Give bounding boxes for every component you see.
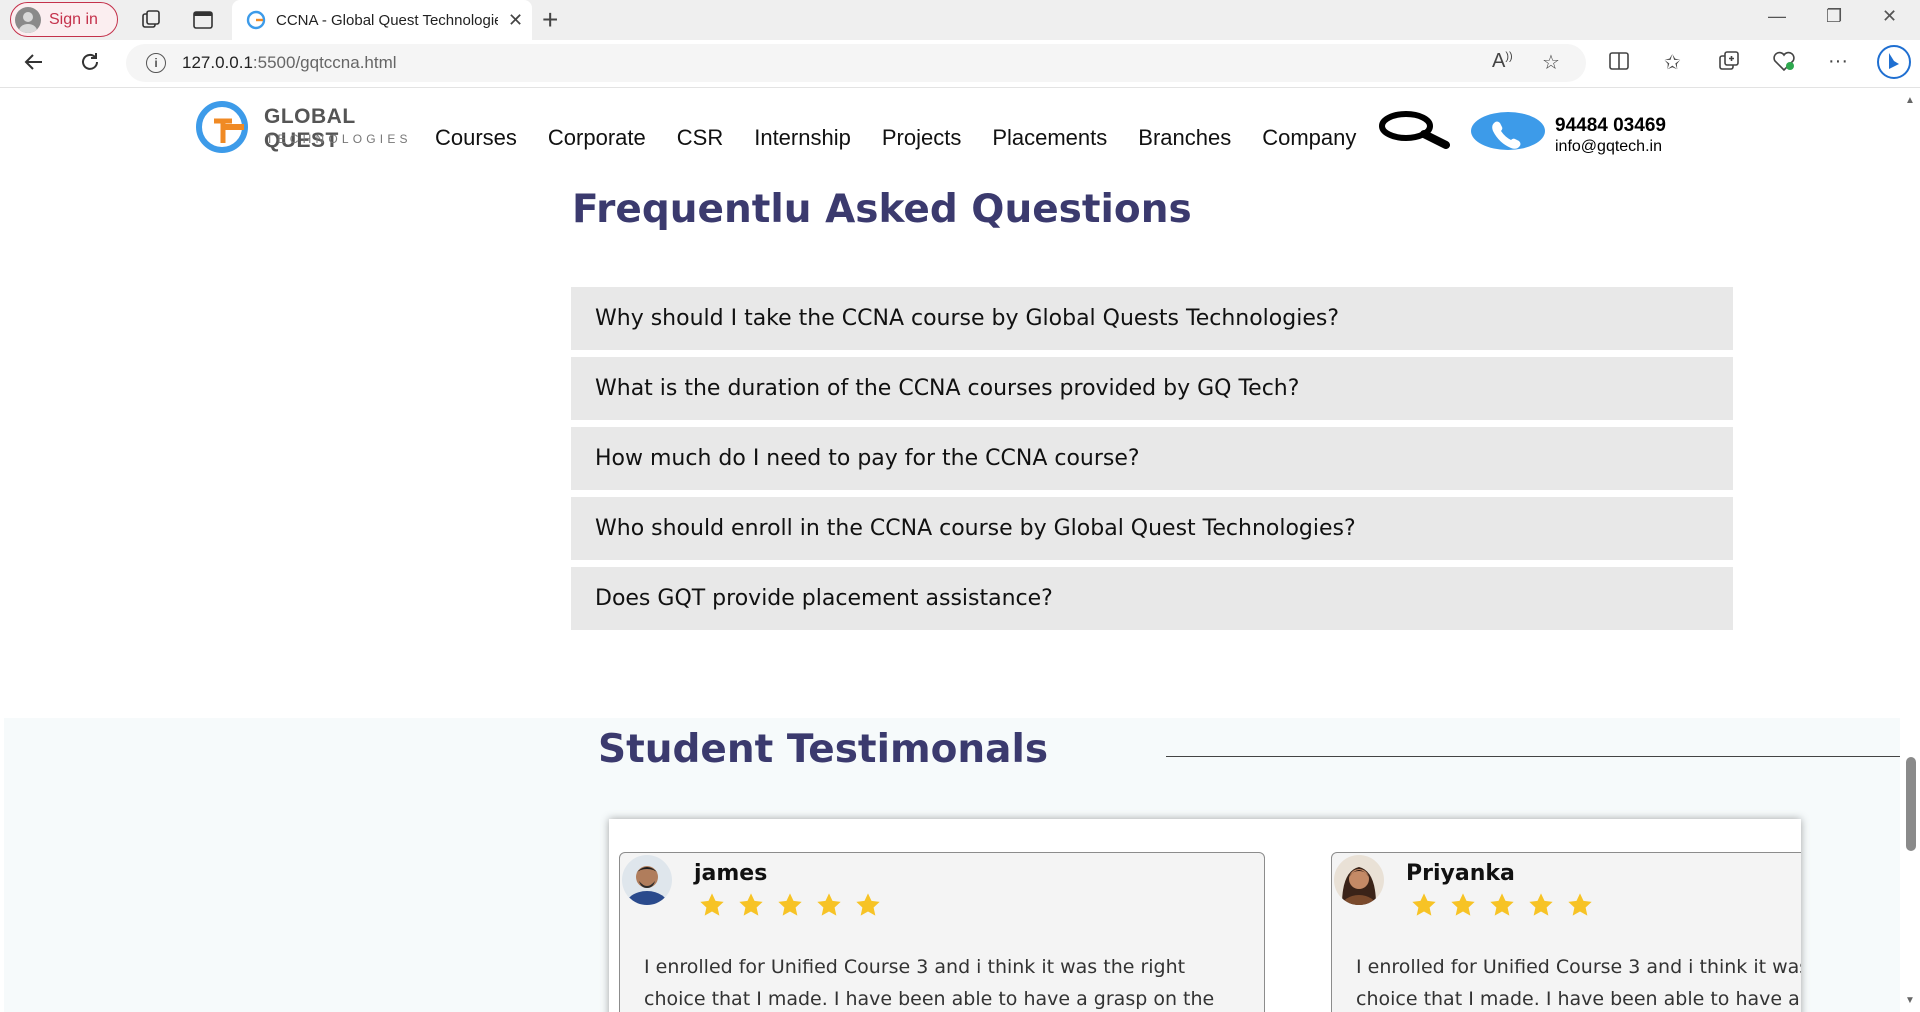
- close-tab-icon[interactable]: ✕: [508, 10, 523, 31]
- collections-icon[interactable]: [1718, 50, 1740, 78]
- sign-in-button[interactable]: Sign in: [10, 2, 118, 37]
- star-icon: [856, 893, 880, 916]
- star-icon: [1412, 893, 1436, 916]
- avatar: [1334, 855, 1384, 905]
- faq-question: Who should enroll in the CCNA course by …: [595, 516, 1356, 541]
- faq-item-fees[interactable]: How much do I need to pay for the CCNA c…: [571, 427, 1733, 490]
- faq-question: How much do I need to pay for the CCNA c…: [595, 446, 1140, 471]
- gqt-logo-mark-icon: [196, 101, 248, 153]
- url-field[interactable]: i 127.0.0.1:5500/gqtccna.html: [126, 44, 1586, 82]
- contact-info: 94484 03469 info@gqtech.in: [1555, 115, 1666, 156]
- faq-question: Does GQT provide placement assistance?: [595, 586, 1053, 611]
- tab-title: CCNA - Global Quest Technologies: [276, 11, 498, 29]
- collections-tabs-icon[interactable]: [139, 8, 163, 32]
- nav-company[interactable]: Company: [1262, 125, 1356, 151]
- profile-icon: [15, 6, 41, 33]
- faq-question: Why should I take the CCNA course by Glo…: [595, 306, 1340, 331]
- copilot-icon[interactable]: [1876, 44, 1912, 86]
- faq-item-duration[interactable]: What is the duration of the CCNA courses…: [571, 357, 1733, 420]
- faq-item-why-ccna[interactable]: Why should I take the CCNA course by Glo…: [571, 287, 1733, 350]
- more-options-icon[interactable]: ···: [1828, 50, 1848, 73]
- nav-courses[interactable]: Courses: [435, 125, 517, 151]
- nav-csr[interactable]: CSR: [677, 125, 723, 151]
- page-scrollbar[interactable]: ▲ ▼: [1900, 89, 1920, 1012]
- search-icon[interactable]: [1376, 109, 1450, 149]
- avatar: [622, 855, 672, 905]
- minimize-icon[interactable]: —: [1768, 6, 1786, 27]
- phone-icon: [1470, 111, 1546, 151]
- close-window-icon[interactable]: ✕: [1882, 6, 1897, 27]
- scroll-up-icon[interactable]: ▲: [1905, 95, 1915, 106]
- star-icon: [700, 893, 724, 916]
- star-icon: [1490, 893, 1514, 916]
- tab-ccna[interactable]: CCNA - Global Quest Technologies ✕: [232, 0, 532, 40]
- faq-item-who-should-enroll[interactable]: Who should enroll in the CCNA course by …: [571, 497, 1733, 560]
- testimonials-title: Student Testimonals: [598, 727, 1049, 772]
- favorite-star-icon[interactable]: ☆: [1542, 50, 1560, 75]
- logo-line-2: TECHNOLOGIES: [266, 132, 412, 146]
- star-rating: [698, 891, 882, 919]
- contact-email[interactable]: info@gqtech.in: [1555, 138, 1666, 156]
- star-icon: [778, 893, 802, 916]
- read-aloud-icon[interactable]: A)): [1492, 50, 1513, 73]
- star-icon: [739, 893, 763, 916]
- testimonial-card: james I enrolled for Unified Course 3 an…: [619, 852, 1265, 1012]
- nav-projects[interactable]: Projects: [882, 125, 961, 151]
- star-icon: [817, 893, 841, 916]
- sign-in-label: Sign in: [49, 10, 98, 28]
- star-rating: [1410, 891, 1594, 919]
- refresh-icon[interactable]: [78, 50, 102, 74]
- testimonials-carousel[interactable]: james I enrolled for Unified Course 3 an…: [609, 819, 1801, 1012]
- faq-question: What is the duration of the CCNA courses…: [595, 376, 1300, 401]
- main-nav: Courses Corporate CSR Internship Project…: [435, 125, 1387, 151]
- testimonials-divider: [1166, 756, 1900, 757]
- testimonial-card: Priyanka I enrolled for Unified Course 3…: [1331, 852, 1801, 1012]
- nav-placements[interactable]: Placements: [992, 125, 1107, 151]
- browser-essentials-icon[interactable]: [1772, 50, 1796, 78]
- testimonial-name: james: [694, 861, 768, 886]
- scroll-down-icon[interactable]: ▼: [1905, 995, 1915, 1006]
- browser-tab-bar: Sign in CCNA - Global Quest Technologies…: [0, 0, 1920, 40]
- vertical-tabs-icon[interactable]: [191, 8, 215, 32]
- split-screen-icon[interactable]: [1608, 50, 1630, 78]
- new-tab-icon[interactable]: +: [542, 4, 558, 36]
- scrollbar-thumb[interactable]: [1906, 757, 1916, 851]
- testimonials-section: Student Testimonals james I enrolled for…: [4, 718, 1900, 1012]
- site-header: GLOBAL QUEST TECHNOLOGIES Courses Corpor…: [4, 89, 1900, 169]
- back-icon[interactable]: [22, 50, 46, 74]
- address-bar: i 127.0.0.1:5500/gqtccna.html A)) ☆ ✩ ··…: [0, 40, 1920, 88]
- testimonial-name: Priyanka: [1406, 861, 1515, 886]
- star-icon: [1529, 893, 1553, 916]
- faq-title: Frequentlu Asked Questions: [572, 187, 1192, 232]
- url-text: 127.0.0.1:5500/gqtccna.html: [182, 53, 397, 72]
- site-info-icon[interactable]: i: [146, 53, 166, 73]
- contact-phone[interactable]: 94484 03469: [1555, 115, 1666, 137]
- restore-icon[interactable]: ❐: [1826, 6, 1842, 27]
- gqt-logo[interactable]: GLOBAL QUEST TECHNOLOGIES: [194, 99, 426, 155]
- nav-internship[interactable]: Internship: [754, 125, 851, 151]
- star-icon: [1568, 893, 1592, 916]
- faq-item-placement[interactable]: Does GQT provide placement assistance?: [571, 567, 1733, 630]
- site-favicon-icon: [246, 10, 266, 30]
- nav-branches[interactable]: Branches: [1138, 125, 1231, 151]
- testimonial-text: I enrolled for Unified Course 3 and i th…: [1356, 956, 1801, 1010]
- page-content: GLOBAL QUEST TECHNOLOGIES Courses Corpor…: [4, 89, 1900, 1012]
- faq-list: Why should I take the CCNA course by Glo…: [571, 287, 1733, 637]
- nav-corporate[interactable]: Corporate: [548, 125, 646, 151]
- favorites-icon[interactable]: ✩: [1664, 50, 1681, 75]
- testimonial-text: I enrolled for Unified Course 3 and i th…: [644, 956, 1215, 1010]
- star-icon: [1451, 893, 1475, 916]
